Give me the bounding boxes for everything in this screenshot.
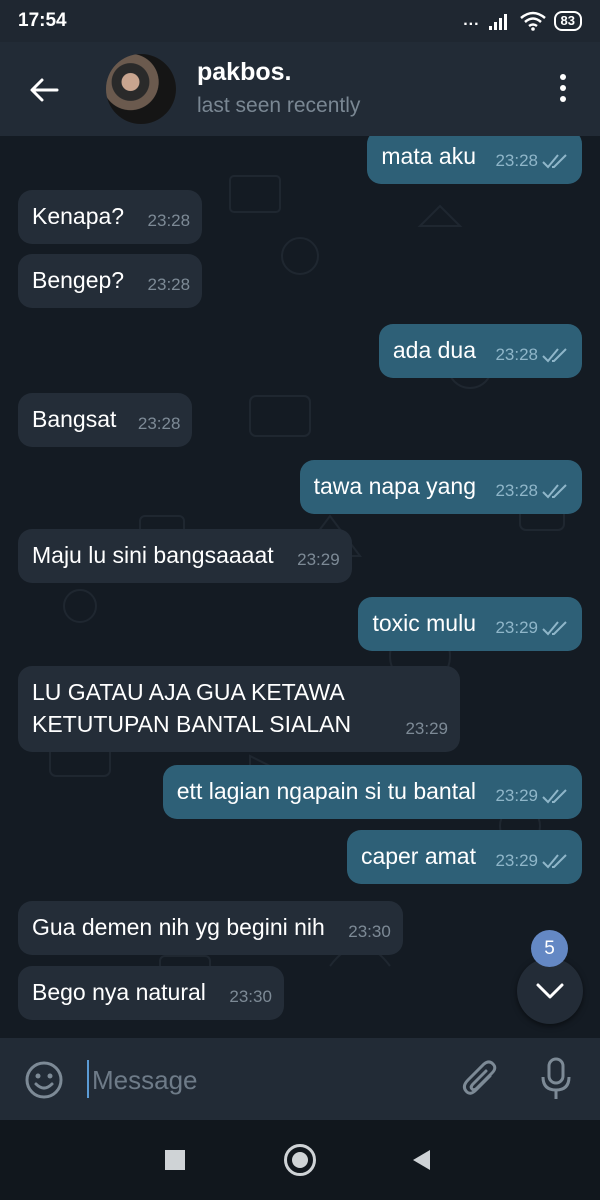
more-vertical-icon[interactable] [548, 68, 578, 108]
square-icon[interactable] [165, 1150, 185, 1170]
message-meta: 23:30 [348, 916, 391, 948]
contact-status: last seen recently [197, 94, 361, 117]
double-check-icon [542, 484, 567, 499]
paperclip-icon[interactable] [460, 1058, 500, 1102]
message-meta: 23:28 [148, 269, 191, 301]
status-bar: 17:54 ... 83 [0, 0, 600, 42]
avatar[interactable] [106, 54, 176, 124]
message-time: 23:29 [495, 851, 538, 870]
message-bubble-outgoing[interactable]: caper amat 23:29 [346, 830, 582, 884]
message-meta: 23:28 [138, 408, 181, 440]
message-meta: 23:29 [495, 845, 570, 877]
text-cursor [87, 1060, 89, 1098]
emoji-icon[interactable] [24, 1060, 64, 1100]
message-time: 23:29 [495, 618, 538, 637]
double-check-icon [542, 621, 567, 636]
message-time: 23:28 [147, 211, 191, 230]
message-time: 23:28 [495, 481, 538, 500]
message-meta: 23:28 [495, 475, 570, 507]
message-meta: 23:28 [495, 145, 570, 177]
message-bubble-incoming[interactable]: LU GATAU AJA GUA KETAWA KETUTUPAN BANTAL… [18, 666, 460, 752]
back-button[interactable] [24, 70, 64, 110]
dots-icon: ... [463, 12, 480, 29]
chevron-down-icon [536, 983, 564, 999]
message-time: 23:29 [495, 786, 538, 805]
status-time: 17:54 [18, 10, 67, 31]
message-bubble-incoming[interactable]: Maju lu sini bangsaaaat 23:29 [18, 529, 352, 583]
message-bubble-outgoing[interactable]: ada dua 23:28 [378, 324, 582, 378]
double-check-icon [542, 154, 567, 169]
message-bubble-outgoing[interactable]: ett lagian ngapain si tu bantal 23:29 [162, 765, 582, 819]
signal-icon [488, 14, 507, 30]
double-check-icon [542, 854, 567, 869]
status-icons: ... 83 [463, 11, 582, 31]
message-time: 23:28 [495, 151, 538, 170]
message-meta: 23:28 [495, 339, 570, 371]
message-time: 23:30 [348, 922, 391, 941]
message-bubble-incoming[interactable]: Gua demen nih yg begini nih 23:30 [18, 901, 403, 955]
message-composer [0, 1038, 600, 1120]
message-meta: 23:30 [229, 981, 272, 1013]
double-check-icon [542, 348, 567, 363]
message-input[interactable] [90, 1058, 434, 1102]
message-meta: 23:29 [297, 544, 340, 576]
circle-icon[interactable] [284, 1144, 316, 1176]
message-bubble-incoming[interactable]: Bengep? 23:28 [18, 254, 203, 308]
wifi-icon [519, 11, 546, 31]
message-bubble-outgoing[interactable]: toxic mulu 23:29 [358, 597, 582, 651]
message-time: 23:28 [137, 414, 181, 433]
scroll-down-button[interactable] [517, 958, 583, 1024]
message-time: 23:30 [229, 987, 272, 1006]
message-bubble-outgoing[interactable]: tawa napa yang 23:28 [299, 460, 582, 514]
chat-header: pakbos. last seen recently [0, 42, 600, 136]
message-bubble-incoming[interactable]: Bego nya natural 23:30 [18, 966, 284, 1020]
unread-badge: 5 [531, 930, 568, 967]
triangle-back-icon[interactable] [410, 1148, 432, 1172]
message-bubble-incoming[interactable]: Bangsat 23:28 [18, 393, 193, 447]
message-text: Maju lu sini bangsaaaat [32, 542, 274, 568]
message-meta: 23:29 [495, 780, 570, 812]
contact-name[interactable]: pakbos. [197, 58, 291, 87]
message-time: 23:28 [495, 345, 538, 364]
battery-icon: 83 [553, 11, 582, 31]
arrow-left-icon [30, 78, 59, 102]
message-time: 23:28 [147, 275, 191, 294]
message-meta: 23:29 [405, 713, 448, 745]
message-meta: 23:29 [495, 612, 570, 644]
message-meta: 23:28 [148, 205, 191, 237]
microphone-icon[interactable] [538, 1056, 574, 1102]
message-time: 23:29 [405, 719, 448, 738]
message-bubble-incoming[interactable]: Kenapa? 23:28 [18, 190, 203, 244]
message-time: 23:29 [297, 550, 340, 569]
message-text: Gua demen nih yg begini nih [32, 914, 325, 940]
double-check-icon [542, 789, 567, 804]
chat-area[interactable]: mata aku 23:28 Kenapa? 23:28 Bengep? 23:… [0, 136, 600, 1038]
message-text: LU GATAU AJA GUA KETAWA KETUTUPAN BANTAL… [32, 679, 352, 737]
message-bubble-outgoing[interactable]: mata aku 23:28 [367, 136, 582, 184]
